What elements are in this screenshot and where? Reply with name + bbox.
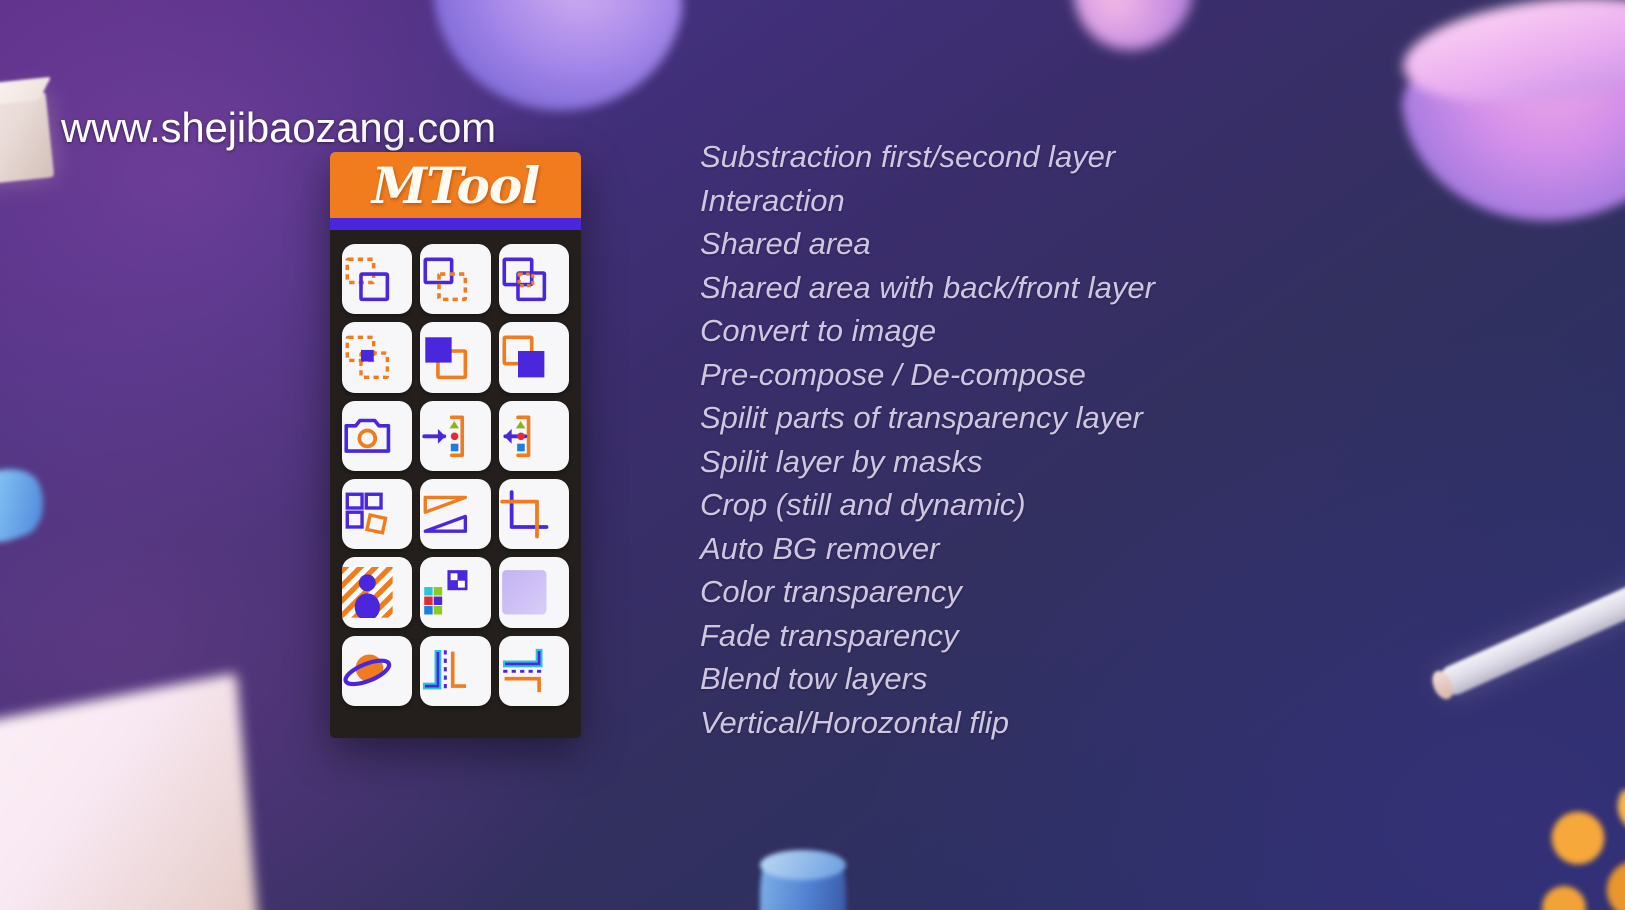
- feature-item: Substraction first/second layer: [700, 139, 1116, 174]
- feature-item: Pre-compose / De-compose: [700, 356, 1086, 392]
- shared-area-back-layer-icon: [420, 332, 490, 383]
- background-cylinder-bottom-center: [760, 850, 846, 910]
- tool-tile-blend-two-layers[interactable]: [342, 635, 413, 707]
- feature-item: Spilit layer by masks: [700, 443, 983, 479]
- feature-item: Spilit parts of transparency layer: [700, 400, 1143, 435]
- tool-tile-de-compose[interactable]: [498, 400, 570, 472]
- tool-icon-grid: [330, 230, 581, 722]
- color-transparency-icon: [420, 567, 490, 618]
- blend-two-layers-icon: [342, 646, 412, 697]
- pre-compose-icon: [420, 411, 490, 462]
- tool-tile-pre-compose[interactable]: [420, 400, 491, 472]
- background-cone-middle-left: [0, 459, 53, 551]
- tool-tile-split-layer-by-masks[interactable]: [420, 479, 491, 550]
- split-parts-transparency-icon: [342, 489, 412, 540]
- screenshot-stage: www.shejibaozang.com MTool Substraction …: [0, 0, 1625, 910]
- tool-tile-color-transparency[interactable]: [420, 557, 491, 628]
- crop-icon: [499, 489, 569, 540]
- fade-transparency-icon: [499, 567, 569, 618]
- feature-list: Substraction first/second layer Interact…: [700, 135, 1520, 744]
- feature-item: Vertical/Horozontal flip: [700, 704, 1009, 740]
- split-layer-by-masks-icon: [420, 489, 490, 540]
- tool-tile-horizontal-flip[interactable]: [498, 635, 570, 707]
- tool-tile-shared-area-front-layer[interactable]: [498, 322, 570, 393]
- de-compose-icon: [499, 411, 569, 462]
- auto-bg-remover-icon: [342, 567, 412, 618]
- background-squiggle-bottom-right: [1540, 790, 1625, 910]
- tool-tile-crop[interactable]: [498, 479, 570, 550]
- tool-tile-fade-transparency[interactable]: [498, 557, 570, 628]
- tool-tile-shared-area-back-layer[interactable]: [420, 322, 491, 393]
- tool-tile-subtract-first-layer[interactable]: [342, 244, 413, 315]
- interaction-icon: [499, 254, 569, 305]
- background-cube-top-left: [0, 91, 55, 185]
- shared-area-icon: [342, 332, 412, 383]
- background-shape-top-right-small: [1052, 0, 1208, 70]
- convert-to-image-icon: [342, 411, 412, 462]
- feature-item: Crop (still and dynamic): [700, 487, 1026, 522]
- feature-item: Fade transparency: [700, 617, 959, 653]
- feature-item: Blend tow layers: [700, 661, 928, 696]
- tool-tile-interaction[interactable]: [498, 244, 570, 315]
- tool-tile-convert-to-image[interactable]: [342, 400, 413, 472]
- watermark-text: www.shejibaozang.com: [61, 104, 496, 151]
- shared-area-front-layer-icon: [499, 332, 569, 383]
- feature-item: Shared area with back/front layer: [700, 269, 1155, 305]
- tool-tile-vertical-flip[interactable]: [420, 635, 491, 707]
- feature-item: Convert to image: [700, 313, 937, 348]
- feature-item: Interaction: [700, 182, 845, 218]
- tool-tile-split-parts-transparency[interactable]: [342, 479, 413, 550]
- horizontal-flip-icon: [499, 646, 569, 697]
- tool-tile-shared-area[interactable]: [342, 322, 413, 393]
- subtract-second-layer-icon: [420, 254, 490, 305]
- mtool-panel: MTool: [330, 152, 581, 738]
- tool-tile-auto-bg-remover[interactable]: [342, 557, 413, 628]
- feature-item: Color transparency: [700, 574, 962, 609]
- panel-header: MTool: [330, 152, 581, 230]
- mtool-logo-text: MTool: [371, 156, 541, 215]
- feature-item: Auto BG remover: [700, 530, 940, 566]
- vertical-flip-icon: [420, 646, 490, 697]
- subtract-first-layer-icon: [342, 254, 412, 305]
- tool-tile-subtract-second-layer[interactable]: [420, 244, 491, 315]
- feature-item: Shared area: [700, 226, 871, 261]
- background-cube-bottom-left: [0, 672, 260, 910]
